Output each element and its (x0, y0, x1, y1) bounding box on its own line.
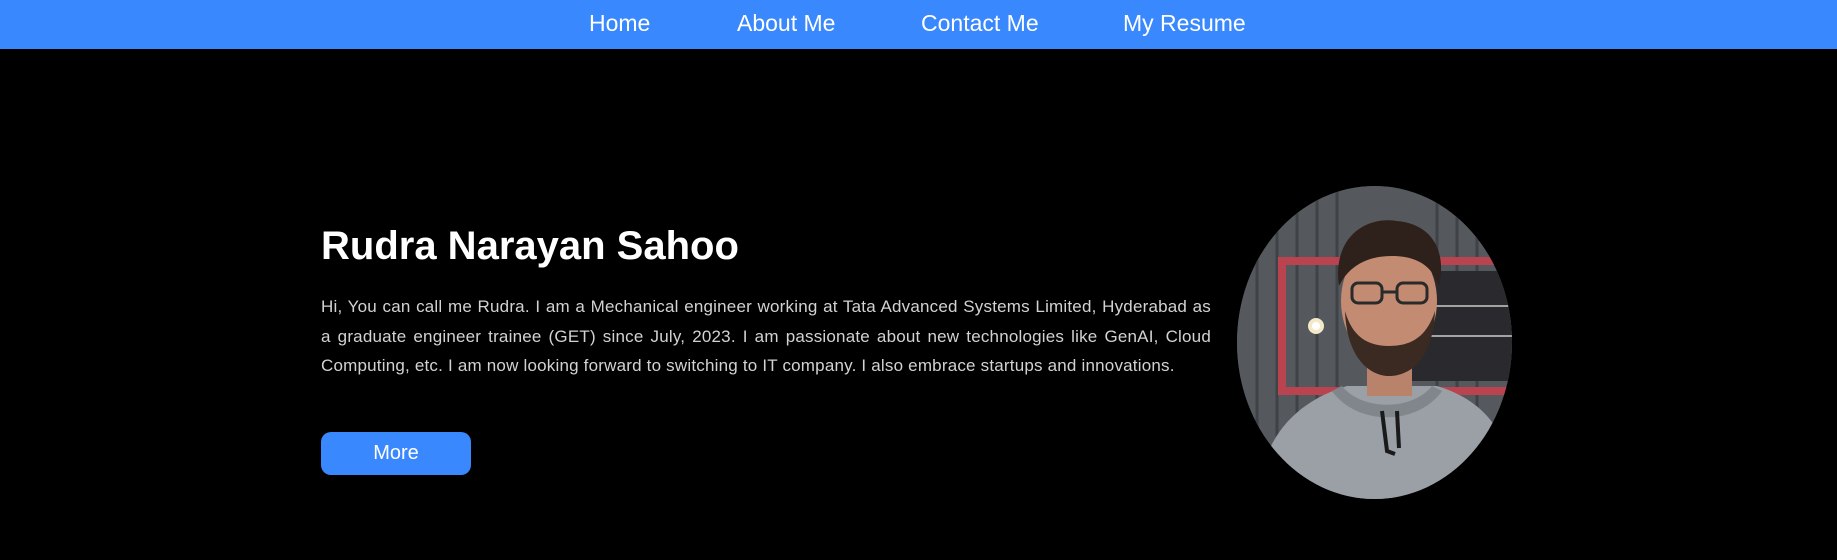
profile-photo-illustration (1237, 186, 1512, 499)
nav-link-contact-me[interactable]: Contact Me (921, 0, 1039, 49)
nav-link-about-me[interactable]: About Me (737, 0, 835, 49)
nav-link-my-resume[interactable]: My Resume (1123, 0, 1246, 49)
hero-name-heading: Rudra Narayan Sahoo (321, 224, 739, 268)
nav-link-home[interactable]: Home (589, 0, 650, 49)
more-button[interactable]: More (321, 432, 471, 475)
top-navbar: Home About Me Contact Me My Resume (0, 0, 1837, 49)
profile-photo (1237, 186, 1512, 499)
hero-bio-text: Hi, You can call me Rudra. I am a Mechan… (321, 297, 1211, 375)
